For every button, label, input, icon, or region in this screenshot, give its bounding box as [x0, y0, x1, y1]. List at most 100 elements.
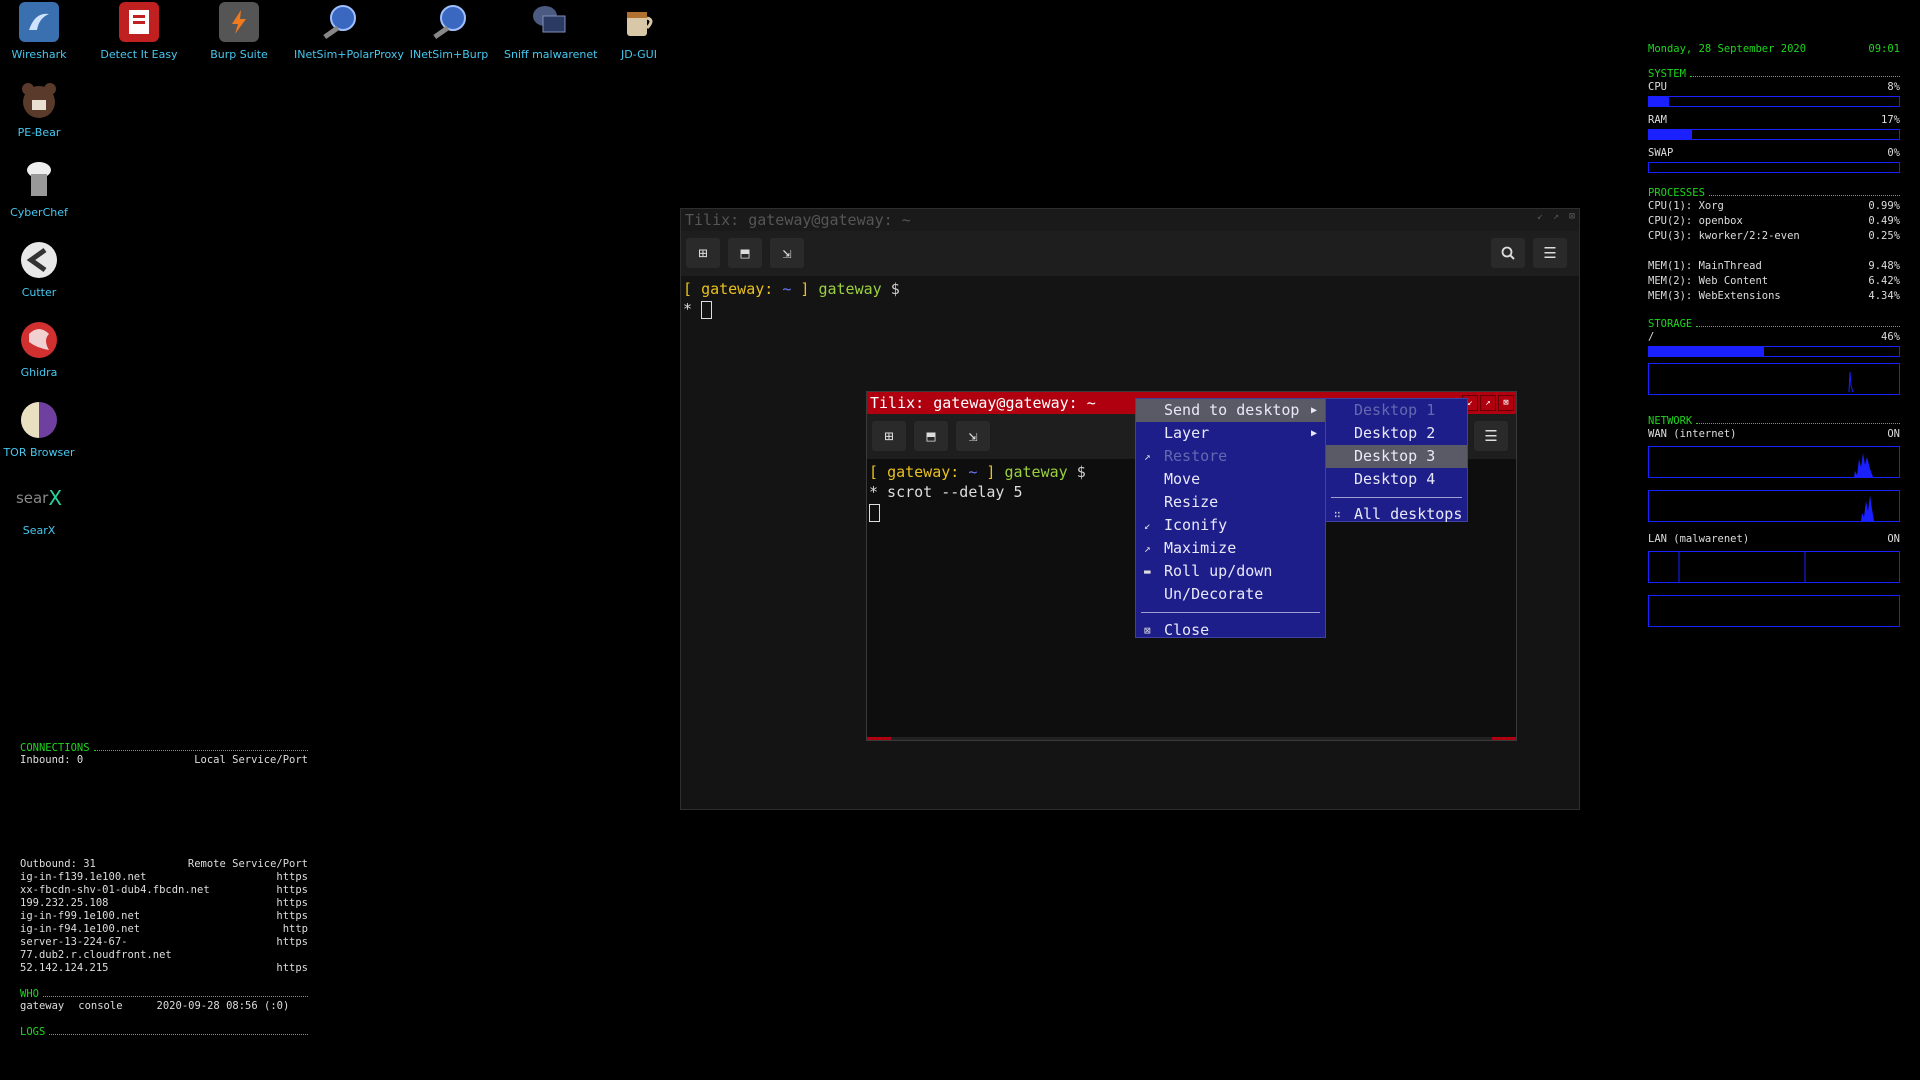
- icon-label: CyberChef: [10, 206, 68, 219]
- process-name: MEM(2): Web Content: [1648, 275, 1769, 287]
- menu-item-layer[interactable]: Layer ▶: [1136, 422, 1325, 445]
- cursor: [869, 503, 880, 522]
- menu-item-resize[interactable]: Resize: [1136, 491, 1325, 514]
- menu-item-roll-up-down[interactable]: ▬ Roll up/down: [1136, 560, 1325, 583]
- submenu-item-desktop-4[interactable]: Desktop 4: [1326, 468, 1467, 491]
- who-row: gateway console 2020-09-28 08:56 (:0): [20, 1000, 308, 1013]
- menu-item-label: Iconify: [1164, 516, 1228, 534]
- menu-item-move[interactable]: Move: [1136, 468, 1325, 491]
- titlebar[interactable]: Tilix: gateway@gateway: ~ ↙ ↗ ⊠: [681, 209, 1579, 231]
- process-name: CPU(2): openbox: [1648, 215, 1743, 227]
- terminal-area[interactable]: [ gateway: ~ ] gateway $ *: [681, 276, 1579, 322]
- menu-item-close[interactable]: ⊠ Close: [1136, 619, 1325, 642]
- connection-host: ig-in-f94.1e100.net: [20, 923, 141, 935]
- cyberchef-launcher[interactable]: CyberChef: [0, 160, 84, 219]
- process-name: MEM(1): MainThread: [1648, 260, 1762, 272]
- search-button[interactable]: [1491, 238, 1525, 268]
- jd-gui-launcher[interactable]: JD-GUI: [594, 2, 684, 61]
- add-terminal-down-button[interactable]: ⬒: [914, 421, 948, 451]
- menu-item-undecorate[interactable]: Un/Decorate: [1136, 583, 1325, 606]
- tor-browser-launcher[interactable]: TOR Browser: [0, 400, 84, 459]
- close-icon[interactable]: ⊠: [1498, 395, 1514, 411]
- sniff-malwarenet-launcher[interactable]: Sniff malwarenet: [504, 2, 598, 61]
- burp-suite-launcher[interactable]: Burp Suite: [194, 2, 284, 61]
- conky-outbound-panel: Outbound: 31 Remote Service/Port ig-in-f…: [20, 858, 308, 1038]
- root-fs-row: / 46%: [1648, 330, 1900, 345]
- maximize-icon[interactable]: ↗: [1480, 395, 1496, 411]
- add-terminal-down-icon: ⬒: [926, 427, 936, 445]
- menu-item-restore[interactable]: ↗ Restore: [1136, 445, 1325, 468]
- menu-item-send-to-desktop[interactable]: Send to desktop ▶: [1136, 399, 1325, 422]
- submenu-item-desktop-3[interactable]: Desktop 3: [1326, 445, 1467, 468]
- menu-item-label: Restore: [1164, 447, 1228, 465]
- add-terminal-right-button[interactable]: ⊞: [686, 238, 720, 268]
- process-value: 4.34%: [1868, 290, 1900, 302]
- iconify-icon[interactable]: ↙: [1537, 211, 1543, 222]
- icon-label: Sniff malwarenet: [504, 48, 598, 61]
- swap-row: SWAP 0%: [1648, 146, 1900, 161]
- inetsim-burp-launcher[interactable]: INetSim+Burp: [404, 2, 494, 61]
- root-fs-label: /: [1648, 331, 1655, 343]
- lan-row: LAN (malwarenet) ON: [1648, 532, 1900, 547]
- ram-bar: [1648, 129, 1900, 140]
- window-context-menu: Send to desktop ▶ Layer ▶ ↗ Restore Move…: [1135, 398, 1326, 639]
- connection-service: https: [276, 871, 308, 883]
- logs-title: LOGS: [20, 1026, 46, 1038]
- detect-it-easy-launcher[interactable]: Detect It Easy: [94, 2, 184, 61]
- sidebar-button[interactable]: ⇲: [770, 238, 804, 268]
- wan-status: ON: [1887, 428, 1900, 440]
- swap-value: 0%: [1887, 147, 1900, 159]
- menu-item-label: Resize: [1164, 493, 1219, 511]
- submenu-item-desktop-1[interactable]: Desktop 1: [1326, 399, 1467, 422]
- searx-launcher[interactable]: sear X SearX: [0, 478, 84, 537]
- add-terminal-right-icon: ⊞: [698, 244, 708, 262]
- burp-icon: [219, 2, 259, 42]
- window-title: Tilix: gateway@gateway: ~: [685, 211, 911, 229]
- menu-item-label: Close: [1164, 621, 1210, 639]
- time-text: 09:01: [1868, 43, 1900, 55]
- cutter-launcher[interactable]: Cutter: [0, 240, 84, 299]
- window-title: Tilix: gateway@gateway: ~: [870, 394, 1096, 412]
- local-service-label: Local Service/Port: [194, 754, 308, 766]
- process-name: MEM(3): WebExtensions: [1648, 290, 1781, 302]
- process-name: CPU(3): kworker/2:2-even: [1648, 230, 1800, 242]
- inetsim-polarproxy-launcher[interactable]: INetSim+PolarProxy: [294, 2, 404, 61]
- process-value: 6.42%: [1868, 275, 1900, 287]
- prompt-bracket: [: [683, 280, 693, 298]
- all-desktops-icon: ∷: [1334, 508, 1341, 521]
- maximize-icon: ↗: [1144, 542, 1151, 555]
- process-row: CPU(3): kworker/2:2-even 0.25%: [1648, 229, 1900, 244]
- process-value: 9.48%: [1868, 260, 1900, 272]
- wan-label: WAN (internet): [1648, 428, 1737, 440]
- sidebar-button[interactable]: ⇲: [956, 421, 990, 451]
- wireshark-launcher[interactable]: Wireshark: [0, 2, 84, 61]
- submenu-item-desktop-2[interactable]: Desktop 2: [1326, 422, 1467, 445]
- outbound-label: Outbound: 31: [20, 858, 96, 870]
- menu-button[interactable]: ☰: [1474, 421, 1508, 451]
- process-row: CPU(2): openbox 0.49%: [1648, 214, 1900, 229]
- processes-title: PROCESSES: [1648, 187, 1705, 199]
- sniff-icon: [529, 2, 569, 42]
- menu-item-label: Desktop 1: [1354, 401, 1436, 419]
- menu-item-iconify[interactable]: ↙ Iconify: [1136, 514, 1325, 537]
- connection-host: 199.232.25.108: [20, 897, 109, 909]
- prompt-bracket: ]: [800, 280, 810, 298]
- menu-item-maximize[interactable]: ↗ Maximize: [1136, 537, 1325, 560]
- maximize-icon[interactable]: ↗: [1553, 211, 1559, 222]
- pe-bear-launcher[interactable]: PE-Bear: [0, 80, 84, 139]
- icon-label: INetSim+Burp: [409, 48, 489, 61]
- connection-service: https: [276, 884, 308, 896]
- icon-label: INetSim+PolarProxy: [294, 48, 404, 61]
- prompt-sign: $: [1076, 463, 1086, 481]
- menu-button[interactable]: ☰: [1533, 238, 1567, 268]
- icon-label: Ghidra: [20, 366, 58, 379]
- prompt-sign: $: [890, 280, 900, 298]
- cyberchef-icon: [19, 160, 59, 200]
- add-terminal-right-button[interactable]: ⊞: [872, 421, 906, 451]
- close-icon[interactable]: ⊠: [1569, 211, 1575, 222]
- connection-service: https: [276, 897, 308, 909]
- submenu-item-all-desktops[interactable]: ∷ All desktops: [1326, 503, 1467, 526]
- connection-row: 52.142.124.215 https: [20, 962, 308, 975]
- ghidra-launcher[interactable]: Ghidra: [0, 320, 84, 379]
- add-terminal-down-button[interactable]: ⬒: [728, 238, 762, 268]
